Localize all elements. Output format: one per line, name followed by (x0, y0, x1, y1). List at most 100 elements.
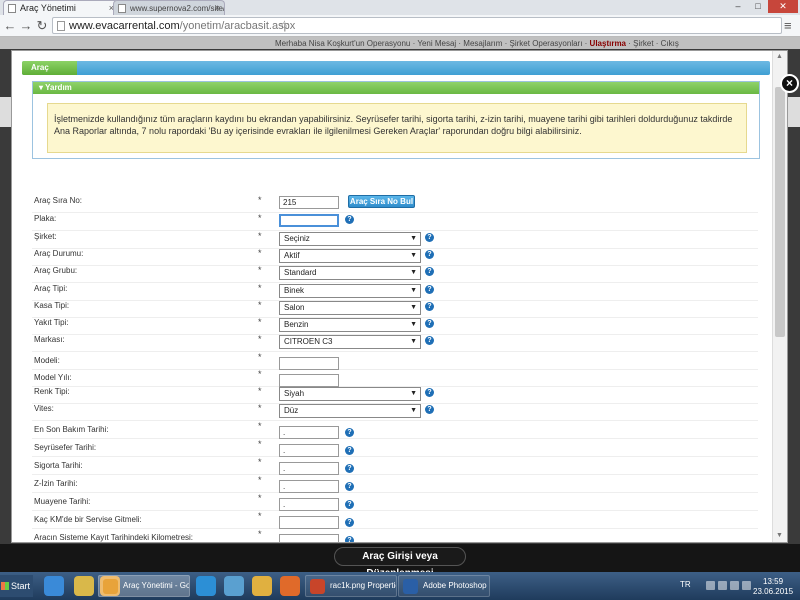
dropdown-arrow-icon: ▼ (410, 321, 417, 328)
form-row-yakit-tipi: Yakıt Tipi: * Benzin ▼? (32, 317, 758, 335)
select-value: CITROEN C3 (284, 337, 333, 346)
aracin-sisteme-kayit-tarihindeki-kilometresi-input[interactable] (279, 534, 339, 542)
sirket-select[interactable]: Seçiniz ▼ (279, 232, 421, 246)
scrollbar[interactable]: ▲ ▼ (772, 51, 787, 542)
help-icon[interactable]: ? (345, 464, 354, 473)
ie-icon[interactable] (196, 576, 216, 596)
markasi-select[interactable]: CITROEN C3 ▼ (279, 335, 421, 349)
scroll-thumb[interactable] (775, 87, 785, 337)
start-button[interactable]: Start (0, 575, 33, 597)
field-label: Kaç KM'de bir Servise Gitmeli: (34, 515, 142, 524)
required-mark: * (258, 248, 262, 258)
hamburger-icon[interactable]: ≡ (784, 19, 792, 32)
help-icon[interactable]: ? (345, 500, 354, 509)
arac-girisi-button[interactable]: Araç Girişi veya Düzenlenmesi (334, 547, 466, 579)
kasa-tipi-select[interactable]: Salon ▼ (279, 301, 421, 315)
network-icon[interactable] (224, 576, 244, 596)
form-row-seyrusefer-tarihi: Seyrüsefer Tarihi: *.? (32, 439, 758, 457)
arac-tipi-select[interactable]: Binek ▼ (279, 284, 421, 298)
required-mark: * (258, 231, 262, 241)
required-mark: * (258, 457, 262, 467)
window-close-button[interactable]: ✕ (768, 0, 798, 13)
select-value: Düz (284, 406, 299, 415)
help-icon[interactable]: ? (425, 250, 434, 259)
field-label: Araç Durumu: (34, 249, 84, 258)
network-tray-icon[interactable] (730, 581, 739, 590)
help-title: Yardım (45, 83, 72, 92)
vites-select[interactable]: Düz ▼ (279, 404, 421, 418)
help-icon[interactable]: ? (425, 233, 434, 242)
help-icon[interactable]: ? (345, 446, 354, 455)
reload-icon[interactable]: ↻ (34, 18, 50, 34)
seyrusefer-tarihi-input[interactable]: . (279, 444, 339, 457)
clock-date[interactable]: 23.06.2015 (753, 587, 793, 596)
volume-icon[interactable] (742, 581, 751, 590)
dropdown-arrow-icon: ▼ (410, 252, 417, 259)
scroll-up-arrow-icon[interactable]: ▲ (776, 53, 783, 60)
taskbar-button-rac1k-png-properties[interactable]: rac1k.png Properties (305, 575, 397, 597)
arac-sira-no-input[interactable]: 215 (279, 196, 339, 209)
help-icon[interactable]: ? (345, 482, 354, 491)
field-label: Modeli: (34, 356, 60, 365)
help-icon[interactable]: ? (425, 285, 434, 294)
forward-arrow-icon[interactable]: → (18, 18, 34, 34)
tab-arac-yonetimi[interactable]: Araç Yönetimi × (3, 0, 119, 15)
system-tray: TR 13:59 23.06.2015 (676, 572, 800, 600)
close-icon[interactable]: × (780, 74, 799, 93)
kac-km-de-bir-servise-gitmeli-input[interactable] (279, 516, 339, 529)
sigorta-tarihi-input[interactable]: . (279, 462, 339, 475)
help-text: İşletmenizde kullandığınız tüm araçların… (47, 103, 747, 153)
maximize-button[interactable]: □ (748, 0, 768, 13)
help-icon[interactable]: ? (425, 319, 434, 328)
z-izin-tarihi-input[interactable]: . (279, 480, 339, 493)
paint-icon[interactable] (252, 576, 272, 596)
help-icon[interactable]: ? (345, 215, 354, 224)
help-icon[interactable]: ? (425, 302, 434, 311)
required-mark: * (258, 493, 262, 503)
media-player-icon[interactable] (44, 576, 64, 596)
arac-durumu-select[interactable]: Aktif ▼ (279, 249, 421, 263)
explorer-icon[interactable] (74, 576, 94, 596)
scroll-down-arrow-icon[interactable]: ▼ (776, 532, 783, 539)
tab-close-icon[interactable]: × (215, 1, 220, 15)
renk-tipi-select[interactable]: Siyah ▼ (279, 387, 421, 401)
arac-sira-no-bul-button[interactable]: Araç Sıra No Bul (348, 195, 415, 208)
help-icon[interactable]: ? (345, 428, 354, 437)
firefox-icon[interactable] (280, 576, 300, 596)
url-text[interactable]: www.evacarrental.com/yonetim/aracbasit.a… (69, 19, 295, 33)
help-icon[interactable]: ? (425, 405, 434, 414)
address-bar[interactable]: www.evacarrental.com/yonetim/aracbasit.a… (52, 17, 782, 34)
taskbar-button-label: rac1k.png Properties (330, 581, 397, 590)
help-icon[interactable]: ? (425, 336, 434, 345)
form-row-arac-sira-no: Araç Sıra No: * 215 Araç Sıra No Bul (32, 195, 758, 213)
app-icon (310, 579, 325, 594)
en-son-bakim-tarihi-input[interactable]: . (279, 426, 339, 439)
tab-supernova[interactable]: www.supernova2.com/site/ × (113, 0, 225, 15)
help-icon[interactable]: ? (345, 536, 354, 542)
help-icon[interactable]: ? (345, 518, 354, 527)
taskbar-button-adobe-photoshop-cs[interactable]: Adobe Photoshop CS... (398, 575, 490, 597)
tray-arrow-icon[interactable] (706, 581, 715, 590)
clock-time[interactable]: 13:59 (763, 577, 783, 586)
dropdown-arrow-icon: ▼ (410, 235, 417, 242)
taskbar-button-arac-yonetimi-go[interactable]: Araç Yönetimi - Go... (98, 575, 190, 597)
minimize-button[interactable]: – (728, 0, 748, 13)
app-icon (103, 579, 118, 594)
language-indicator[interactable]: TR (680, 580, 691, 589)
form-row-arac-durumu: Araç Durumu: * Aktif ▼? (32, 248, 758, 266)
arac-grubu-select[interactable]: Standard ▼ (279, 266, 421, 280)
muayene-tarihi-input[interactable]: . (279, 498, 339, 511)
tab-title: Araç Yönetimi (20, 3, 76, 13)
help-icon[interactable]: ? (425, 388, 434, 397)
vehicle-dialog: Araç Bilgileri ▾ Yardım İşletmenizde kul… (11, 50, 788, 543)
plaka-input[interactable] (279, 214, 339, 227)
windows-logo-icon (1, 582, 9, 590)
required-mark: * (258, 213, 262, 223)
help-header[interactable]: ▾ Yardım (33, 82, 759, 94)
bookmark-star-icon[interactable]: ☆ (279, 18, 778, 32)
yakit-tipi-select[interactable]: Benzin ▼ (279, 318, 421, 332)
back-arrow-icon[interactable]: ← (2, 18, 18, 34)
help-icon[interactable]: ? (425, 267, 434, 276)
page-icon (57, 21, 65, 31)
action-center-icon[interactable] (718, 581, 727, 590)
